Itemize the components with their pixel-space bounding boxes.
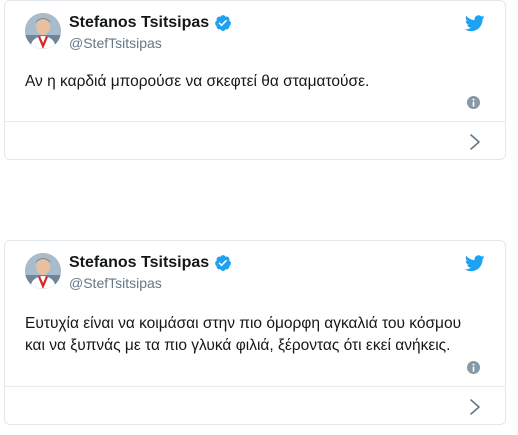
verified-badge-icon [215, 15, 232, 31]
twitter-bird-icon[interactable] [465, 255, 485, 272]
author-name[interactable]: Stefanos Tsitsipas [69, 254, 232, 272]
avatar[interactable] [25, 253, 61, 289]
author-name-text[interactable]: Stefanos Tsitsipas [69, 254, 209, 272]
info-icon[interactable] [467, 361, 480, 374]
author-name-text[interactable]: Stefanos Tsitsipas [69, 14, 209, 32]
tweet-text-line: και να ξυπνάς με τα πιο γλυκά φιλιά, ξέρ… [25, 337, 451, 354]
author-handle[interactable]: @StefTsitsipas [69, 35, 162, 51]
chevron-right-icon[interactable] [465, 130, 485, 154]
tweet-text-line: Ευτυχία είναι να κοιμάσαι στην πιο όμορφ… [25, 315, 462, 332]
tweet-text: Αν η καρδιά μπορούσε να σκεφτεί θα σταμα… [25, 71, 485, 93]
divider [5, 121, 505, 122]
tweet-text: Ευτυχία είναι να κοιμάσαι στην πιο όμορφ… [25, 313, 485, 357]
chevron-right-icon[interactable] [465, 395, 485, 419]
avatar[interactable] [25, 13, 61, 49]
divider [5, 386, 505, 387]
twitter-bird-icon[interactable] [465, 15, 485, 32]
tweet-text-line: Αν η καρδιά μπορούσε να σκεφτεί θα σταμα… [25, 73, 370, 90]
author-handle[interactable]: @StefTsitsipas [69, 275, 162, 291]
verified-badge-icon [215, 255, 232, 271]
tweet-card: Stefanos Tsitsipas @StefTsitsipas Ευτυχί… [4, 240, 506, 425]
info-icon[interactable] [467, 96, 480, 109]
author-name[interactable]: Stefanos Tsitsipas [69, 14, 232, 32]
tweet-card: Stefanos Tsitsipas @StefTsitsipas Αν η κ… [4, 0, 506, 160]
